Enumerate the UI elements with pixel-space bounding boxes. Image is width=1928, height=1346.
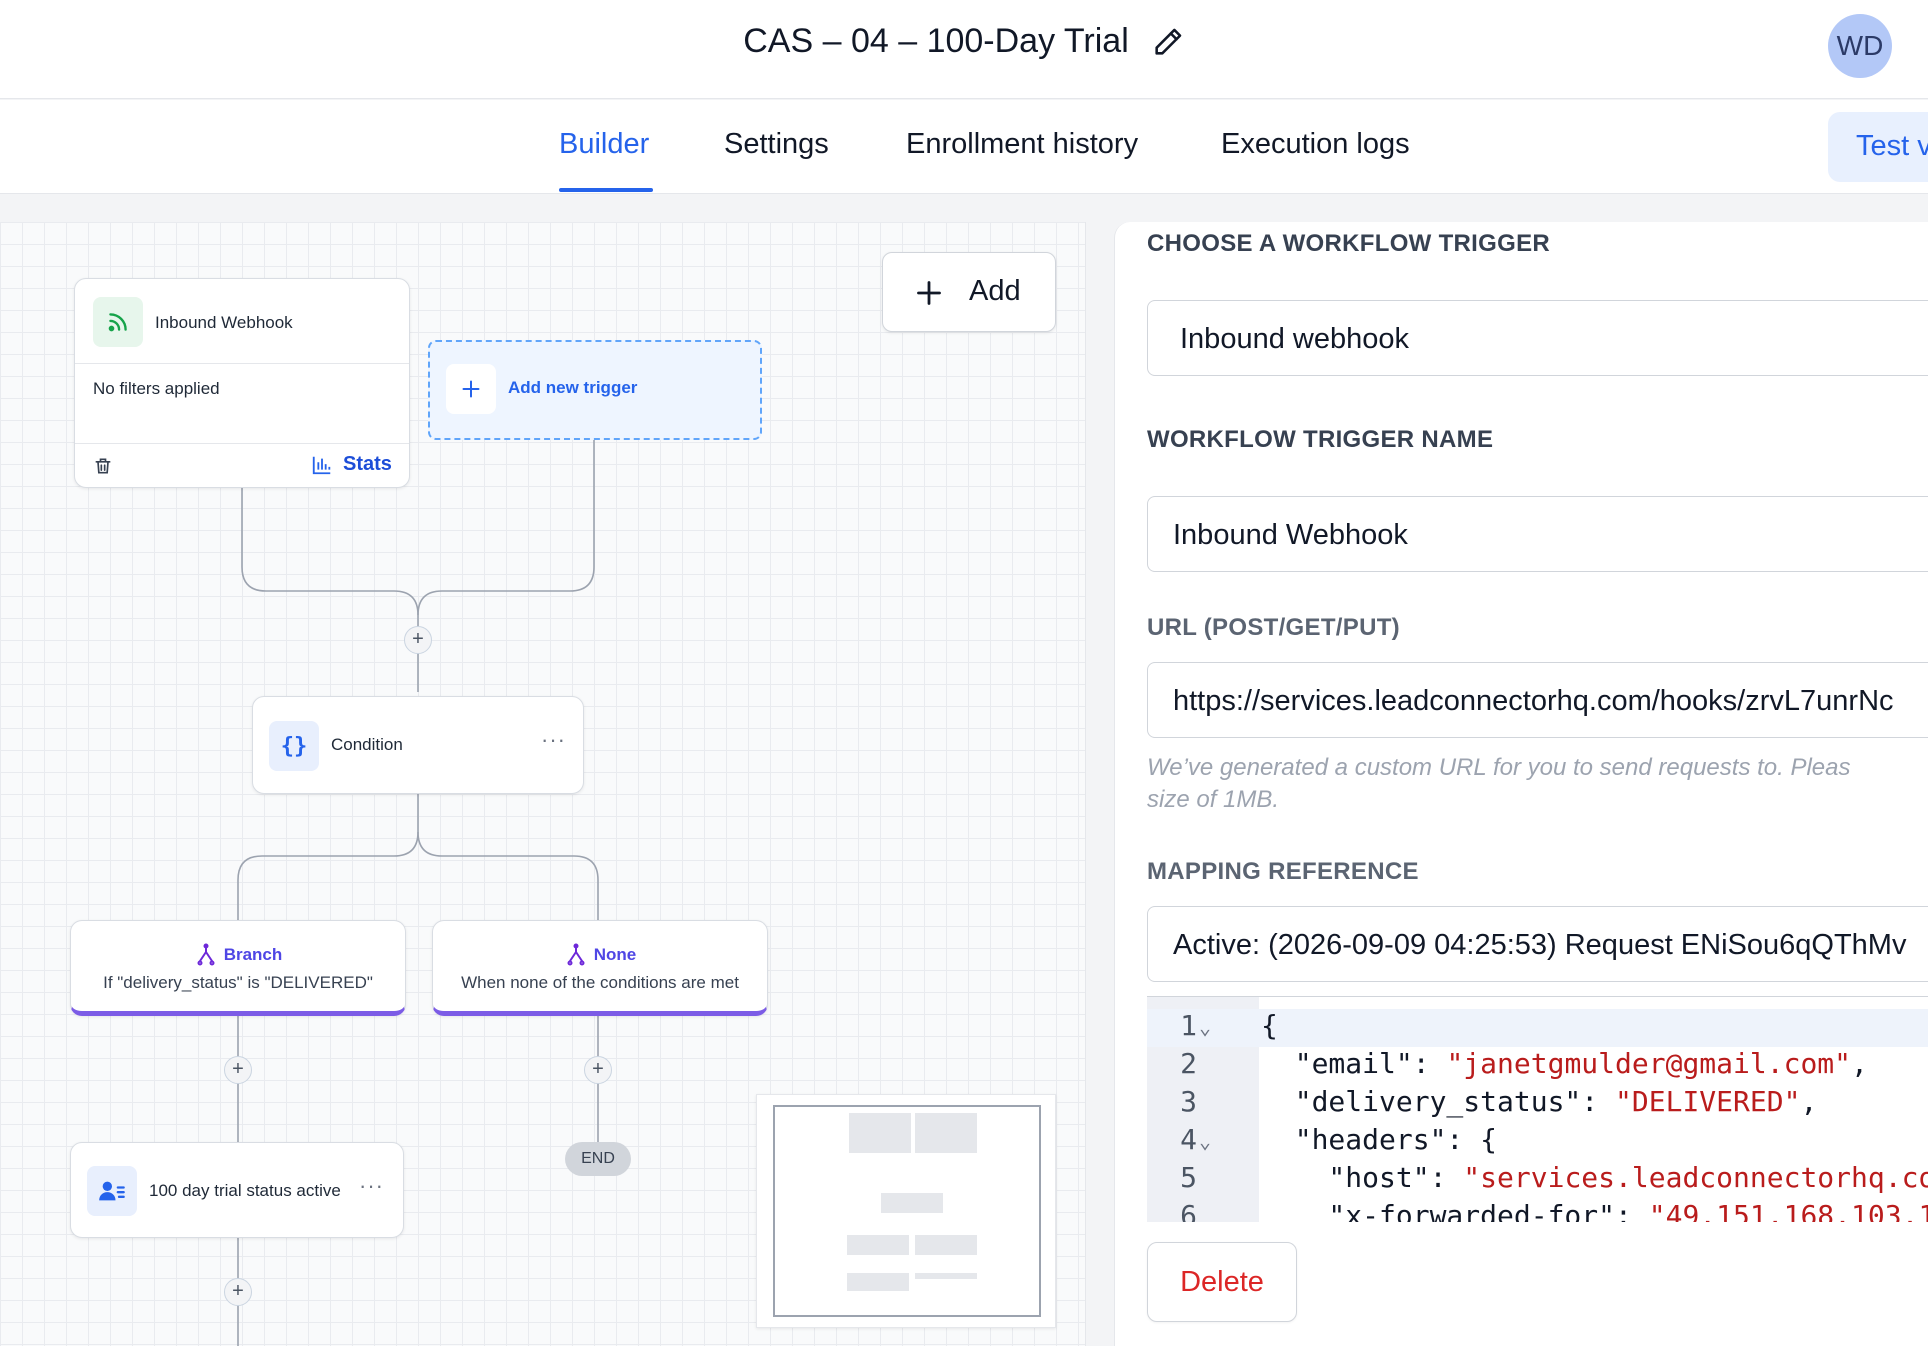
plus-icon — [446, 364, 496, 414]
mapping-section-label: MAPPING REFERENCE — [1147, 858, 1419, 885]
code-line: "headers": { — [1261, 1123, 1498, 1156]
more-options-icon[interactable]: ··· — [359, 1173, 384, 1199]
braces-icon: {} — [269, 721, 319, 771]
condition-node-title: Condition — [331, 735, 403, 754]
divider — [75, 363, 409, 364]
workflow-title: CAS – 04 – 100-Day Trial — [743, 22, 1129, 60]
tab-enrollment-history[interactable]: Enrollment history — [906, 128, 1138, 161]
plus-icon — [917, 281, 941, 305]
minimap-node — [849, 1113, 911, 1153]
action-node-title: 100 day trial status active — [149, 1181, 341, 1200]
branch-node-delivered[interactable]: Branch If "delivery_status" is "DELIVERE… — [70, 920, 406, 1016]
add-step-button[interactable]: + — [224, 1278, 252, 1306]
line-number: 5 — [1180, 1161, 1197, 1194]
minimap-node — [915, 1235, 977, 1255]
divider — [75, 443, 409, 444]
add-step-button[interactable]: + — [404, 626, 432, 654]
json-key: "x-forwarded-for": — [1261, 1199, 1649, 1222]
minimap-node — [847, 1273, 909, 1291]
help-line: We’ve generated a custom URL for you to … — [1147, 754, 1851, 781]
minimap-node — [915, 1113, 977, 1153]
action-node[interactable]: 100 day trial status active ··· — [70, 1142, 404, 1238]
tab-settings[interactable]: Settings — [724, 128, 829, 161]
avatar[interactable]: WD — [1828, 14, 1892, 78]
condition-node[interactable]: {} Condition ··· — [252, 696, 584, 794]
branch-title: Branch — [223, 945, 283, 964]
add-step-button[interactable]: + — [224, 1056, 252, 1084]
workflow-canvas[interactable]: Add Inbound Webhook No filters applied S… — [0, 222, 1086, 1346]
branch-title: None — [593, 945, 637, 964]
stats-label: Stats — [343, 453, 392, 475]
code-line: "x-forwarded-for": "49.151.168.103.1 — [1261, 1199, 1928, 1222]
trigger-node[interactable]: Inbound Webhook No filters applied Stats — [74, 278, 410, 488]
code-line: { — [1261, 1009, 1278, 1042]
json-punct: , — [1800, 1085, 1818, 1118]
minimap-node — [915, 1273, 977, 1279]
webhook-url-field[interactable]: https://services.leadconnectorhq.com/hoo… — [1147, 662, 1928, 738]
stats-button[interactable]: Stats — [311, 453, 392, 476]
json-code-viewer[interactable]: 1 ⌄ { 2 "email": "janetgmulder@gmail.com… — [1147, 996, 1928, 1222]
json-string: "janetgmulder@gmail.com" — [1446, 1047, 1852, 1080]
tab-execution-logs[interactable]: Execution logs — [1221, 128, 1410, 161]
title-group: CAS – 04 – 100-Day Trial — [0, 22, 1928, 61]
tab-bar: Builder Settings Enrollment history Exec… — [0, 100, 1928, 194]
url-section-label: URL (POST/GET/PUT) — [1147, 614, 1400, 641]
minimap-node — [881, 1193, 943, 1213]
line-number: 3 — [1180, 1085, 1197, 1118]
minimap-node — [847, 1235, 909, 1255]
branch-icon — [567, 943, 585, 966]
more-options-icon[interactable]: ··· — [541, 727, 566, 753]
code-line: "host": "services.leadconnectorhq.co — [1261, 1161, 1928, 1194]
trigger-settings-panel: CHOOSE A WORKFLOW TRIGGER Inbound webhoo… — [1114, 222, 1928, 1346]
json-key: "host": — [1261, 1161, 1464, 1194]
branch-node-none[interactable]: None When none of the conditions are met — [432, 920, 768, 1016]
json-string: "49.151.168.103.1 — [1648, 1199, 1928, 1222]
trigger-node-title: Inbound Webhook — [155, 313, 293, 332]
line-number: 1 — [1180, 1009, 1197, 1042]
json-string: "services.leadconnectorhq.co — [1463, 1161, 1928, 1194]
add-node-button[interactable]: Add — [882, 252, 1056, 332]
branch-condition-text: If "delivery_status" is "DELIVERED" — [103, 973, 373, 992]
trigger-name-input[interactable]: Inbound Webhook — [1147, 496, 1928, 572]
mapping-reference-select[interactable]: Active: (2026-09-09 04:25:53) Request EN… — [1147, 906, 1928, 982]
trigger-filters-text: No filters applied — [93, 379, 220, 398]
delete-button[interactable]: Delete — [1147, 1242, 1297, 1322]
trigger-section-label: CHOOSE A WORKFLOW TRIGGER — [1147, 230, 1551, 257]
add-new-trigger[interactable]: Add new trigger — [428, 340, 762, 440]
branch-condition-text: When none of the conditions are met — [461, 973, 739, 992]
chevron-down-icon[interactable]: ⌄ — [1199, 1129, 1211, 1153]
user-list-icon — [87, 1166, 137, 1216]
bar-chart-icon — [312, 456, 331, 474]
line-number: 2 — [1180, 1047, 1197, 1080]
json-key: "delivery_status": — [1261, 1085, 1616, 1118]
tab-builder[interactable]: Builder — [559, 128, 649, 161]
add-new-trigger-label: Add new trigger — [508, 378, 638, 397]
branch-icon — [197, 943, 215, 966]
branch-title-group: None — [433, 943, 767, 967]
test-workflow-button[interactable]: Test v — [1828, 112, 1928, 182]
pencil-icon[interactable] — [1151, 25, 1185, 59]
trigger-type-select[interactable]: Inbound webhook — [1147, 300, 1928, 376]
end-marker: END — [565, 1142, 631, 1176]
add-node-label: Add — [969, 275, 1021, 307]
code-line: "delivery_status": "DELIVERED", — [1261, 1085, 1818, 1118]
json-key: "email": — [1261, 1047, 1447, 1080]
branch-title-group: Branch — [71, 943, 405, 967]
rss-icon — [93, 297, 143, 347]
top-bar: CAS – 04 – 100-Day Trial WD — [0, 0, 1928, 99]
url-help-text: We’ve generated a custom URL for you to … — [1147, 752, 1928, 816]
trigger-name-label: WORKFLOW TRIGGER NAME — [1147, 426, 1494, 453]
json-punct: , — [1851, 1047, 1868, 1080]
chevron-down-icon[interactable]: ⌄ — [1199, 1015, 1211, 1039]
minimap[interactable] — [756, 1094, 1056, 1328]
code-line: "email": "janetgmulder@gmail.com", — [1261, 1047, 1868, 1080]
add-step-button[interactable]: + — [584, 1056, 612, 1084]
active-tab-indicator — [559, 188, 653, 192]
trash-icon[interactable] — [93, 455, 113, 482]
help-line: size of 1MB. — [1147, 786, 1280, 813]
json-string: "DELIVERED" — [1615, 1085, 1801, 1118]
line-number: 6 — [1180, 1199, 1197, 1222]
line-number: 4 — [1180, 1123, 1197, 1156]
